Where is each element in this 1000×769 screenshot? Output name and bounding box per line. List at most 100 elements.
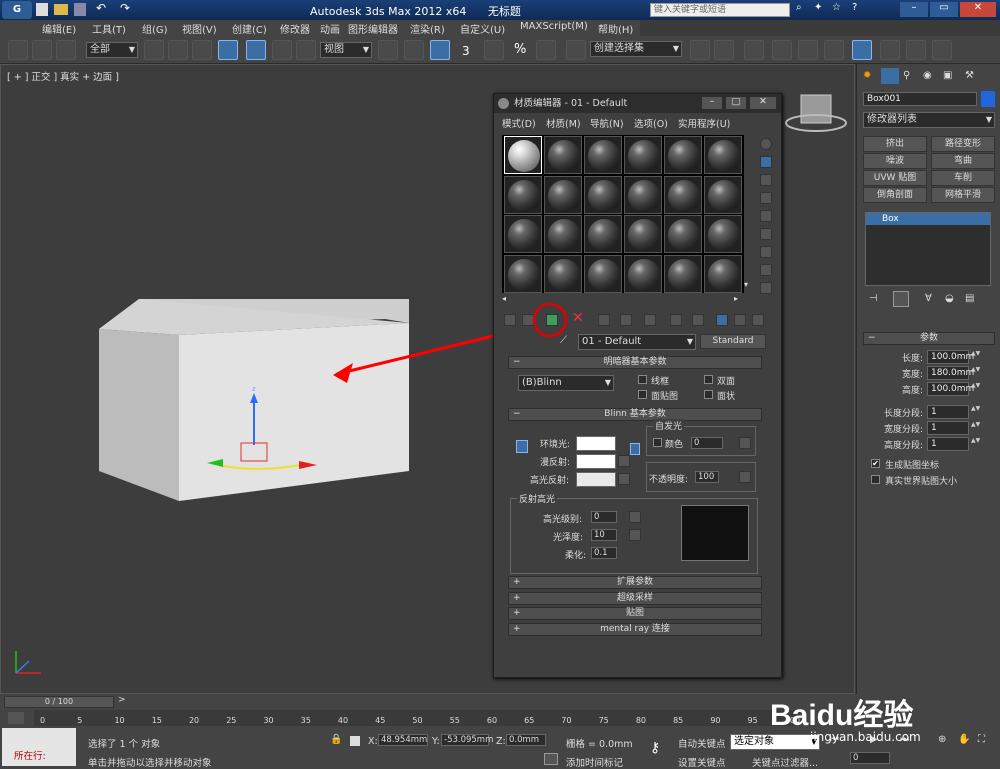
modifier-button[interactable]: 挤出	[863, 136, 927, 152]
gloss-field[interactable]: 10	[591, 529, 617, 541]
expand-icon[interactable]: +	[513, 593, 521, 604]
menu-item[interactable]: 组(G)	[142, 21, 168, 36]
minimize-button[interactable]: –	[900, 2, 928, 17]
edit-named-selection-icon[interactable]	[566, 40, 586, 60]
material-slot[interactable]	[584, 215, 622, 253]
material-slot[interactable]	[624, 136, 662, 174]
specular-map-button[interactable]	[618, 473, 630, 485]
ambient-swatch[interactable]	[576, 436, 616, 451]
spinner-snap-icon[interactable]	[536, 40, 556, 60]
keyboard-shortcut-override-icon[interactable]	[430, 40, 450, 60]
set-key-button[interactable]: 设置关键点	[678, 755, 726, 769]
close-button[interactable]: ✕	[960, 2, 996, 17]
modifier-button[interactable]: 网格平滑	[931, 187, 995, 203]
stack-item-box[interactable]: Box	[866, 213, 990, 225]
select-by-name-icon[interactable]	[168, 40, 188, 60]
material-type-button[interactable]: Standard	[700, 334, 766, 349]
mini-curve-editor-icon[interactable]	[8, 712, 24, 724]
ref-coord-dropdown[interactable]: 视图	[320, 42, 372, 58]
param-spinner[interactable]: ▲▼	[971, 382, 980, 396]
save-file-icon[interactable]	[74, 3, 86, 16]
modifier-stack[interactable]: Box	[865, 212, 991, 286]
material-slot[interactable]	[504, 254, 542, 293]
material-id-channel-icon[interactable]	[644, 314, 656, 326]
material-slot[interactable]	[624, 254, 662, 293]
hierarchy-tab-icon[interactable]: ⚲	[903, 70, 910, 81]
expand-icon[interactable]: +	[513, 577, 521, 588]
material-slot[interactable]	[704, 254, 742, 293]
modifier-list-dropdown[interactable]: 修改器列表	[863, 112, 995, 128]
material-slot[interactable]	[544, 136, 582, 174]
select-and-rotate-icon[interactable]	[272, 40, 292, 60]
snap-toggle-icon[interactable]: 3	[462, 44, 470, 58]
shader-rollout-header[interactable]: − 明暗器基本参数	[508, 356, 762, 369]
menu-item[interactable]: 动画	[320, 21, 340, 36]
material-slot[interactable]	[704, 215, 742, 253]
key-filters-button[interactable]: 关键点过滤器...	[752, 755, 818, 769]
shader-option-checkbox[interactable]	[704, 390, 713, 399]
mat-menu-item[interactable]: 导航(N)	[590, 116, 624, 130]
schematic-view-icon[interactable]	[824, 40, 844, 60]
x-coord-field[interactable]: 48.954mm	[378, 734, 428, 746]
utilities-tab-icon[interactable]: ⚒	[965, 70, 974, 81]
menu-item[interactable]: 编辑(E)	[42, 21, 76, 36]
expand-icon[interactable]: +	[513, 624, 521, 635]
binoculars-icon[interactable]: ⌕	[796, 2, 802, 13]
running-script-area[interactable]: 所在行:	[2, 728, 76, 766]
self-illum-color-checkbox[interactable]	[653, 438, 662, 447]
new-file-icon[interactable]	[36, 3, 48, 16]
collapsed-rollout[interactable]: + 贴图	[508, 607, 762, 620]
material-slot[interactable]	[584, 175, 622, 214]
select-manipulate-icon[interactable]	[404, 40, 424, 60]
modifier-button[interactable]: 倒角剖面	[863, 187, 927, 203]
params-collapse-icon[interactable]: −	[868, 333, 876, 344]
bind-space-warp-icon[interactable]	[56, 40, 76, 60]
shader-option-checkbox[interactable]	[704, 375, 713, 384]
opacity-value[interactable]: 100	[695, 471, 719, 483]
unlink-icon[interactable]	[32, 40, 52, 60]
modifier-button[interactable]: UVW 贴图	[863, 170, 927, 186]
material-editor-icon[interactable]	[852, 40, 872, 60]
menu-item[interactable]: 帮助(H)	[598, 21, 633, 36]
color-lock-icon[interactable]	[516, 440, 528, 453]
backlight-icon[interactable]	[760, 156, 772, 168]
modifier-button[interactable]: 路径变形	[931, 136, 995, 152]
param-field[interactable]: 180.0mm	[927, 366, 974, 380]
make-unique-icon[interactable]: ∀	[925, 293, 932, 304]
rect-selection-icon[interactable]	[192, 40, 212, 60]
mat-menu-item[interactable]: 选项(O)	[634, 116, 668, 130]
configure-sets-icon[interactable]: ▤	[965, 293, 974, 304]
open-file-icon[interactable]	[54, 4, 68, 15]
shader-collapse-icon[interactable]: −	[513, 357, 521, 368]
mat-close-button[interactable]: ✕	[750, 97, 776, 109]
param-field[interactable]: 1	[927, 405, 969, 419]
slots-scroll-down[interactable]: ▾	[744, 280, 748, 289]
shader-option-checkbox[interactable]	[638, 375, 647, 384]
material-slot[interactable]	[624, 215, 662, 253]
help-icon[interactable]: ?	[852, 2, 857, 13]
show-end-result-icon[interactable]	[893, 291, 909, 307]
diffuse-map-button[interactable]	[618, 455, 630, 467]
create-tab-icon[interactable]: ✹	[863, 70, 871, 81]
sample-slots[interactable]	[502, 135, 744, 293]
redo-icon[interactable]: ↷	[120, 1, 130, 15]
menu-item[interactable]: 修改器	[280, 21, 310, 36]
material-slot[interactable]	[664, 136, 702, 174]
mat-maximize-button[interactable]: □	[726, 97, 746, 109]
material-slot[interactable]	[544, 215, 582, 253]
specular-swatch[interactable]	[576, 472, 616, 487]
param-field[interactable]: 1	[927, 437, 969, 451]
params-rollout-header[interactable]: − 参数	[863, 332, 995, 345]
z-coord-field[interactable]: 0.0mm	[506, 734, 546, 746]
angle-snap-icon[interactable]	[484, 40, 504, 60]
pick-material-icon[interactable]	[752, 314, 764, 326]
go-forward-sibling-icon[interactable]	[734, 314, 746, 326]
param-field[interactable]: 1	[927, 421, 969, 435]
material-map-navigator-icon[interactable]	[760, 282, 772, 294]
get-material-icon[interactable]	[504, 314, 516, 326]
background-icon[interactable]	[760, 174, 772, 186]
remove-modifier-icon[interactable]: ◒	[945, 293, 954, 304]
shader-option-checkbox[interactable]	[638, 390, 647, 399]
mat-menu-item[interactable]: 材质(M)	[546, 116, 581, 130]
mirror-icon[interactable]	[690, 40, 710, 60]
